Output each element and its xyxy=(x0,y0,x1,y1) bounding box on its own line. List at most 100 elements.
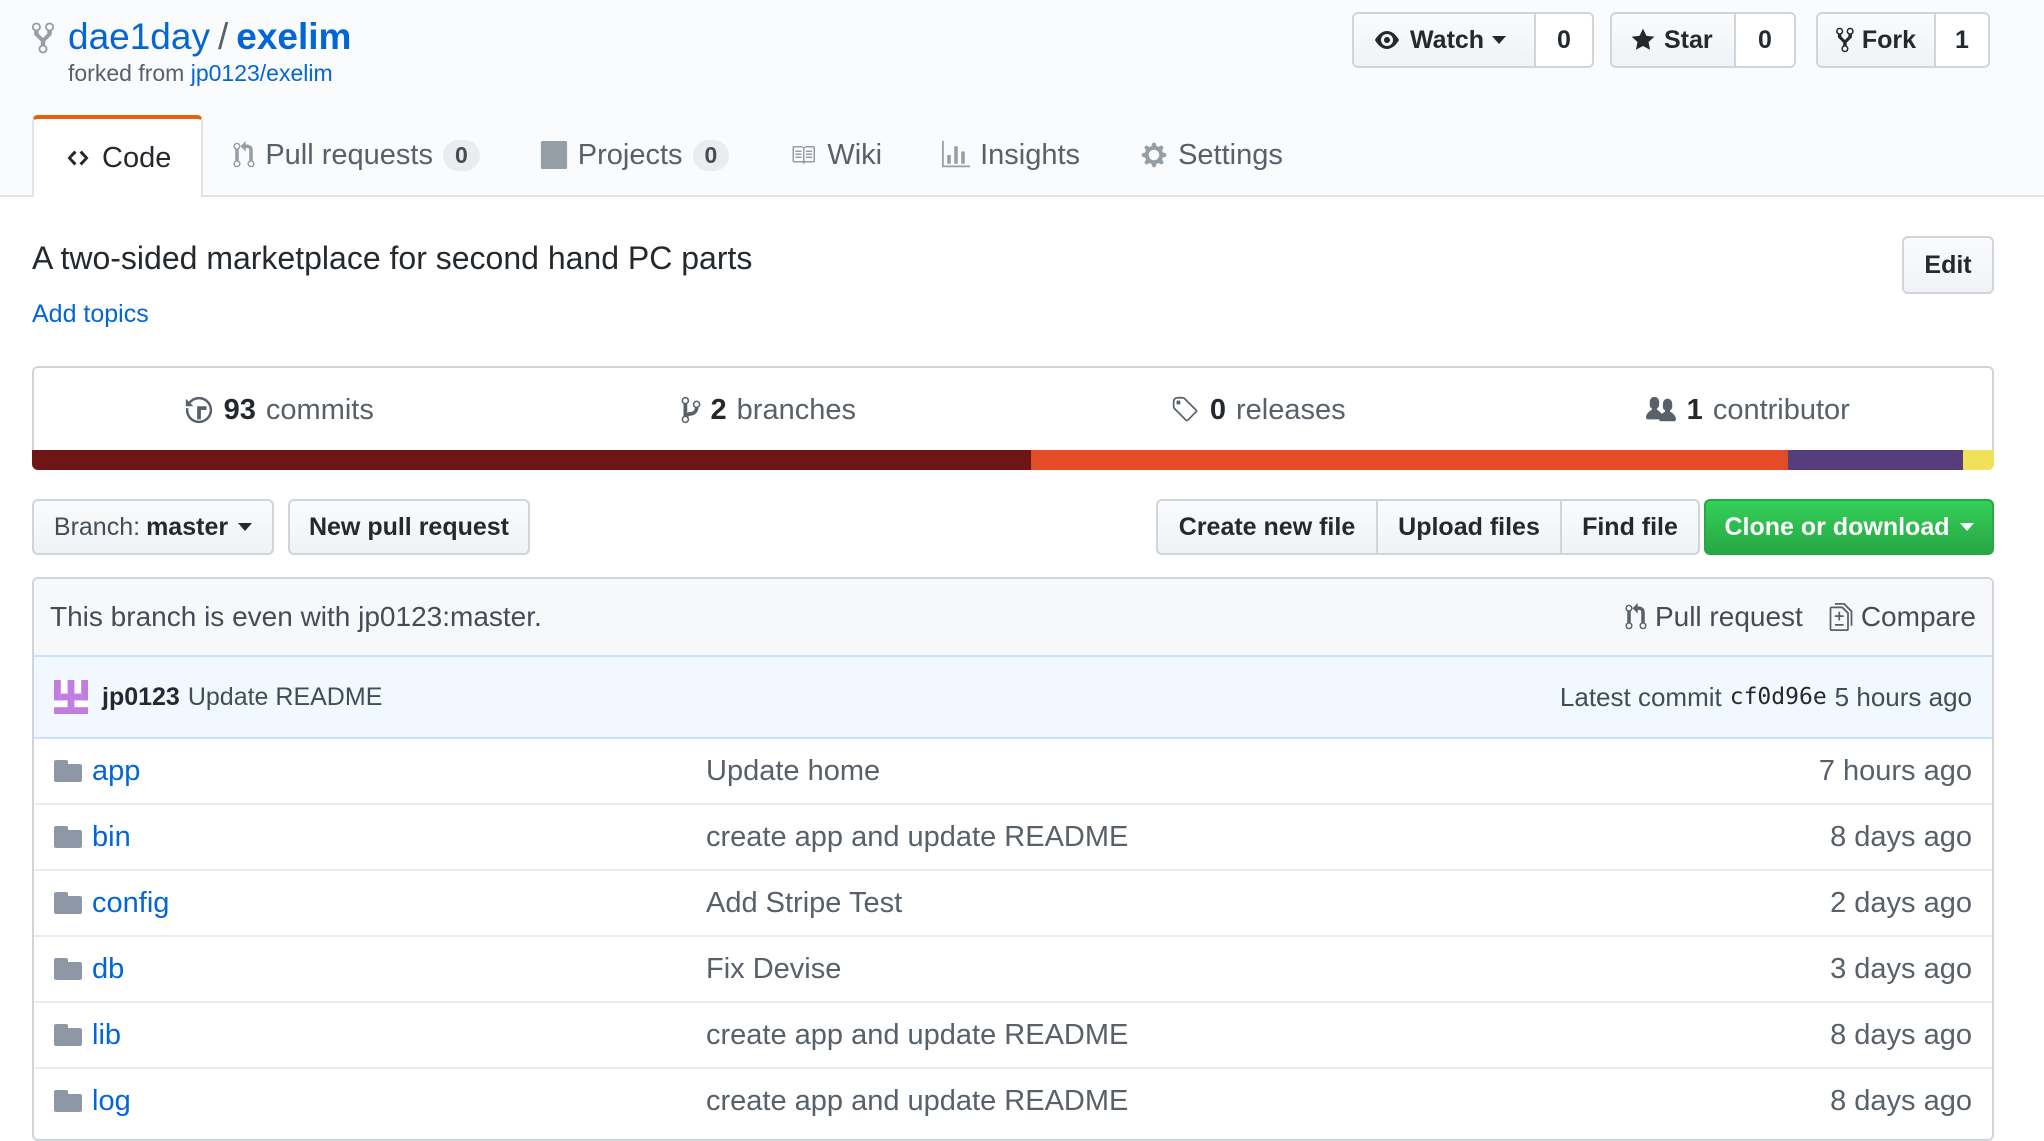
tab-projects-count: 0 xyxy=(692,139,730,171)
file-actions-group: Create new file Upload files Find file xyxy=(1156,499,1700,555)
pull-request-link[interactable]: Pull request xyxy=(1625,601,1803,633)
create-new-file-button[interactable]: Create new file xyxy=(1156,499,1378,555)
file-age: 8 days ago xyxy=(1830,820,1972,853)
file-commit-message[interactable]: create app and update README xyxy=(706,821,1128,854)
file-name-link[interactable]: bin xyxy=(92,821,131,854)
file-age: 8 days ago xyxy=(1830,1084,1972,1117)
tab-projects[interactable]: Projects 0 xyxy=(510,115,760,195)
chevron-down-icon xyxy=(238,523,253,531)
branch-name: master xyxy=(146,512,229,541)
tab-projects-label: Projects xyxy=(577,138,683,171)
repo-title: dae1day / exelim xyxy=(68,14,351,60)
edit-description-button[interactable]: Edit xyxy=(1902,236,1994,294)
file-name-link[interactable]: log xyxy=(92,1085,131,1118)
releases-count: 0 xyxy=(1209,393,1226,426)
file-name-link[interactable]: db xyxy=(92,953,124,986)
git-pull-request-icon xyxy=(233,141,255,168)
file-row: bin create app and update README 8 days … xyxy=(34,803,1992,869)
file-name-link[interactable]: lib xyxy=(92,1019,121,1052)
star-count[interactable]: 0 xyxy=(1736,12,1796,68)
contributors-link[interactable]: 1 contributor xyxy=(1503,368,1993,452)
tab-settings[interactable]: Settings xyxy=(1110,115,1313,195)
file-commit-message[interactable]: create app and update README xyxy=(706,1019,1128,1052)
contributors-label: contributor xyxy=(1712,393,1850,426)
commit-age: 5 hours ago xyxy=(1834,681,1972,712)
commit-author-link[interactable]: jp0123 xyxy=(102,683,180,712)
folder-icon xyxy=(54,958,82,980)
tab-settings-label: Settings xyxy=(1178,138,1283,171)
tag-icon xyxy=(1172,396,1198,422)
fork-label: Fork xyxy=(1861,25,1916,54)
repo-name-link[interactable]: exelim xyxy=(236,16,351,57)
forked-from-line: forked from jp0123/exelim xyxy=(68,60,333,87)
watch-button[interactable]: Watch xyxy=(1352,12,1536,68)
new-pull-request-button[interactable]: New pull request xyxy=(288,499,530,555)
tab-pull-requests[interactable]: Pull requests 0 xyxy=(203,115,509,195)
repo-title-separator: / xyxy=(217,16,229,57)
project-icon xyxy=(540,141,567,169)
file-row: app Update home 7 hours ago xyxy=(34,739,1992,803)
branches-link[interactable]: 2 branches xyxy=(524,368,1014,452)
fork-button[interactable]: Fork xyxy=(1816,12,1936,68)
tab-code[interactable]: Code xyxy=(32,115,204,197)
book-icon xyxy=(792,146,816,164)
file-age: 7 hours ago xyxy=(1818,754,1972,787)
eye-icon xyxy=(1375,31,1399,49)
repo-summary: 93 commits 2 branches 0 releases 1 contr… xyxy=(32,366,1994,452)
chevron-down-icon xyxy=(1959,523,1974,531)
git-branch-icon xyxy=(681,396,700,424)
file-name-link[interactable]: app xyxy=(92,755,140,788)
compare-label: Compare xyxy=(1860,601,1976,632)
tab-pull-requests-count: 0 xyxy=(442,139,480,171)
graph-icon xyxy=(942,141,971,168)
file-commit-message[interactable]: create app and update README xyxy=(706,1085,1128,1118)
repo-description: A two-sided marketplace for second hand … xyxy=(32,240,753,276)
commit-message-link[interactable]: Update README xyxy=(188,683,383,712)
fork-count[interactable]: 1 xyxy=(1936,12,1990,68)
star-button[interactable]: Star xyxy=(1610,12,1736,68)
repo-owner-link[interactable]: dae1day xyxy=(68,16,210,57)
chevron-down-icon xyxy=(1492,36,1507,44)
language-bar-segment[interactable] xyxy=(1030,450,1788,470)
language-bar-segment[interactable] xyxy=(1787,450,1963,470)
repo-forked-icon xyxy=(1836,27,1854,53)
find-file-button[interactable]: Find file xyxy=(1560,499,1700,555)
tab-wiki[interactable]: Wiki xyxy=(759,115,912,195)
compare-link[interactable]: Compare xyxy=(1829,601,1976,633)
diff-icon xyxy=(1829,603,1853,631)
releases-link[interactable]: 0 releases xyxy=(1013,368,1503,452)
commits-link[interactable]: 93 commits xyxy=(34,368,524,452)
file-row: log create app and update README 8 days … xyxy=(34,1067,1992,1133)
clone-or-download-button[interactable]: Clone or download xyxy=(1704,499,1994,555)
branch-prefix: Branch: xyxy=(53,512,141,541)
watch-label: Watch xyxy=(1410,25,1485,54)
star-icon xyxy=(1631,28,1655,50)
star-group: Star 0 xyxy=(1610,12,1796,68)
language-bar[interactable] xyxy=(32,450,1994,470)
organization-icon xyxy=(1645,396,1676,422)
branch-select-button[interactable]: Branch: master xyxy=(32,499,274,555)
upload-files-button[interactable]: Upload files xyxy=(1376,499,1562,555)
file-browser: This branch is even with jp0123:master. … xyxy=(32,577,1994,1141)
file-row: db Fix Devise 3 days ago xyxy=(34,935,1992,1001)
language-bar-segment[interactable] xyxy=(1962,450,1994,470)
folder-icon xyxy=(54,760,82,782)
file-commit-message[interactable]: Add Stripe Test xyxy=(706,887,902,920)
language-bar-segment[interactable] xyxy=(32,450,1031,470)
repo-forked-icon xyxy=(32,22,54,54)
latest-commit-prefix: Latest commit xyxy=(1559,681,1722,712)
commit-sha-link[interactable]: cf0d96e xyxy=(1730,684,1827,710)
file-commit-message[interactable]: Fix Devise xyxy=(706,953,841,986)
folder-icon xyxy=(54,1024,82,1046)
watch-count[interactable]: 0 xyxy=(1536,12,1594,68)
folder-icon xyxy=(54,892,82,914)
avatar[interactable] xyxy=(54,680,88,714)
file-name-link[interactable]: config xyxy=(92,887,169,920)
tab-insights[interactable]: Insights xyxy=(912,115,1110,195)
commits-label: commits xyxy=(265,393,374,426)
forked-source-link[interactable]: jp0123/exelim xyxy=(191,60,333,86)
add-topics-link[interactable]: Add topics xyxy=(32,300,149,329)
branches-count: 2 xyxy=(710,393,727,426)
file-commit-message[interactable]: Update home xyxy=(706,755,880,788)
branches-label: branches xyxy=(736,393,856,426)
